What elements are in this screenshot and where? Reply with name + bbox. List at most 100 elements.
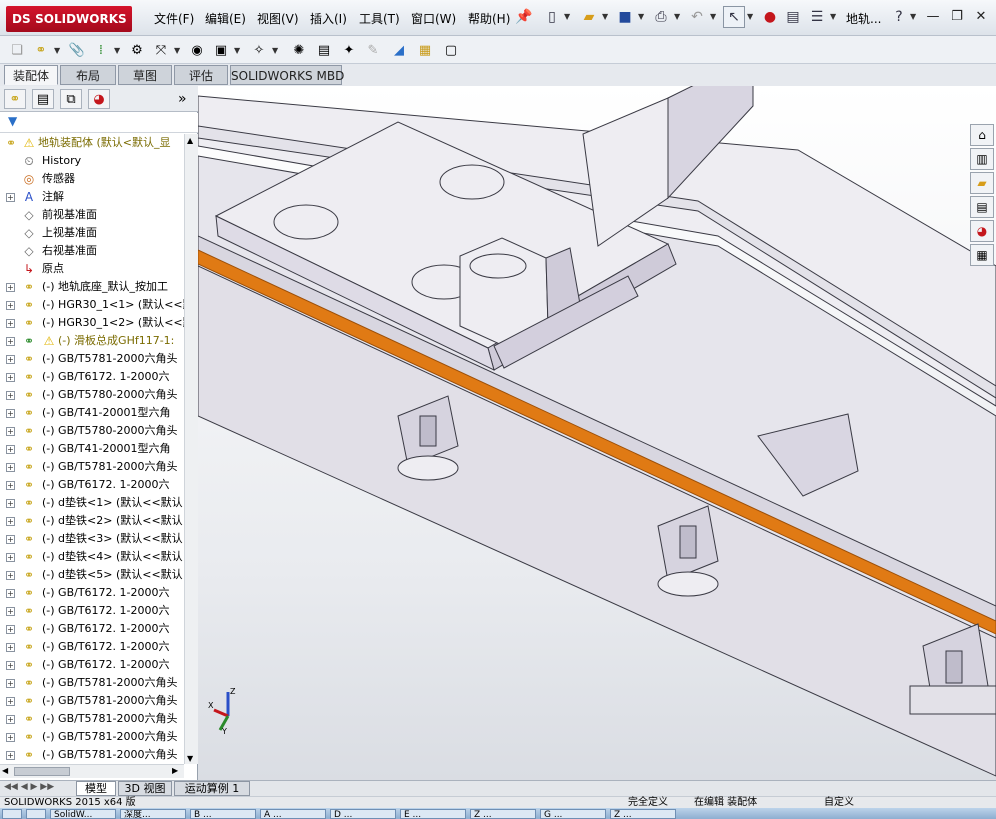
edit-appearance-icon[interactable]: ◕: [660, 86, 680, 90]
new-motion-study-icon[interactable]: ✺: [288, 39, 310, 61]
menu-tools[interactable]: 工具(T): [357, 10, 402, 28]
expand-toggle-icon[interactable]: +: [6, 715, 15, 724]
tree-item[interactable]: + ⚭ (-) GB/T5780-2000六角头: [0, 422, 184, 440]
tree-filter[interactable]: ▼: [0, 113, 198, 133]
tab-solidworks-mbd[interactable]: SOLIDWORKS MBD: [230, 65, 344, 85]
chevron-down-icon[interactable]: ▼: [114, 46, 120, 55]
expand-toggle-icon[interactable]: +: [6, 733, 15, 742]
bill-of-materials-icon[interactable]: ▤: [313, 39, 335, 61]
expand-toggle-icon[interactable]: +: [6, 589, 15, 598]
pin-icon[interactable]: 📌: [513, 6, 535, 28]
restore-button[interactable]: ❐: [948, 8, 966, 26]
instant3d-icon[interactable]: ◢: [388, 39, 410, 61]
chevron-down-icon[interactable]: ▼: [674, 12, 680, 21]
tree-item[interactable]: + ⚭ (-) GB/T5781-2000六角头: [0, 692, 184, 710]
expand-toggle-icon[interactable]: +: [6, 643, 15, 652]
expand-toggle-icon[interactable]: +: [6, 553, 15, 562]
zoom-to-fit-icon[interactable]: ⊕: [438, 86, 458, 90]
chevron-down-icon[interactable]: ▼: [602, 12, 608, 21]
menu-window[interactable]: 窗口(W): [409, 10, 458, 28]
insert-components-icon[interactable]: ❏: [6, 39, 28, 61]
expand-toggle-icon[interactable]: +: [6, 373, 15, 382]
tab-3d-view[interactable]: 3D 视图: [118, 781, 172, 796]
tree-item[interactable]: + ⚭ (-) GB/T6172. 1-2000六: [0, 602, 184, 620]
apply-scene-icon[interactable]: ☂: [684, 86, 704, 90]
expand-toggle-icon[interactable]: +: [6, 535, 15, 544]
tab-motion-study[interactable]: 运动算例 1: [174, 781, 250, 796]
scroll-thumb[interactable]: [14, 767, 70, 776]
expand-toggle-icon[interactable]: +: [6, 625, 15, 634]
chevron-down-icon[interactable]: ▼: [710, 12, 716, 21]
tree-item[interactable]: ◎ 传感器: [0, 170, 184, 188]
tree-item[interactable]: + ⚭ (-) GB/T6172. 1-2000六: [0, 584, 184, 602]
tree-item[interactable]: + ⚭ (-) GB/T5781-2000六角头: [0, 728, 184, 746]
tree-item[interactable]: + ⚭ (-) GB/T6172. 1-2000六: [0, 656, 184, 674]
chevron-down-icon[interactable]: ▼: [910, 12, 916, 21]
tree-item[interactable]: + ⚭ (-) d垫铁<2> (默认<<默认: [0, 512, 184, 530]
chevron-down-icon[interactable]: ▼: [272, 46, 278, 55]
chevron-down-icon[interactable]: ▼: [830, 12, 836, 21]
menu-insert[interactable]: 插入(I): [308, 10, 349, 28]
tree-item[interactable]: + ⚭ (-) GB/T41-20001型六角: [0, 440, 184, 458]
expand-toggle-icon[interactable]: +: [6, 193, 15, 202]
expand-toggle-icon[interactable]: +: [6, 607, 15, 616]
solidworks-logo[interactable]: DS SOLIDWORKS: [6, 6, 132, 32]
scroll-left-icon[interactable]: ◀: [2, 766, 8, 775]
file-properties-icon[interactable]: ▤: [782, 6, 804, 28]
file-explorer-icon[interactable]: ▰: [970, 172, 994, 194]
appearances-icon[interactable]: ◕: [970, 220, 994, 242]
expand-toggle-icon[interactable]: +: [6, 319, 15, 328]
taskbar-item[interactable]: A ...: [260, 809, 326, 819]
explode-line-sketch-icon[interactable]: ✎: [362, 39, 384, 61]
select-pointer-icon[interactable]: ↖: [723, 6, 745, 28]
tree-item[interactable]: + ⚭ (-) d垫铁<5> (默认<<默认: [0, 566, 184, 584]
taskbar-item[interactable]: [26, 809, 46, 819]
configuration-manager-tab-icon[interactable]: ⧉: [60, 89, 82, 109]
tree-item[interactable]: + ⚭ (-) GB/T6172. 1-2000六: [0, 368, 184, 386]
chevron-down-icon[interactable]: ▼: [234, 46, 240, 55]
tree-item[interactable]: ⏲ History: [0, 152, 184, 170]
taskbar-item[interactable]: [2, 809, 22, 819]
tree-item[interactable]: + ⚭ (-) d垫铁<3> (默认<<默认: [0, 530, 184, 548]
tab-scroll-icon[interactable]: ◀◀ ◀ ▶ ▶▶: [4, 782, 54, 792]
design-library-icon[interactable]: ▥: [970, 148, 994, 170]
tree-item[interactable]: + ⚭ (-) d垫铁<4> (默认<<默认: [0, 548, 184, 566]
reference-geometry-icon[interactable]: ✧: [248, 39, 270, 61]
vertical-scrollbar[interactable]: ▲ ▼: [184, 134, 198, 764]
expand-toggle-icon[interactable]: +: [6, 427, 15, 436]
tree-item[interactable]: + ⚭ (-) GB/T41-20001型六角: [0, 404, 184, 422]
tab-model[interactable]: 模型: [76, 781, 116, 796]
display-style-icon[interactable]: ◩: [588, 86, 608, 90]
scroll-up-icon[interactable]: ▲: [187, 136, 193, 145]
view-settings-icon[interactable]: ▦: [720, 86, 740, 90]
chevron-down-icon[interactable]: ▼: [564, 12, 570, 21]
exploded-view-icon[interactable]: ✦: [338, 39, 360, 61]
scroll-right-icon[interactable]: ▶: [172, 766, 178, 775]
property-manager-tab-icon[interactable]: ▤: [32, 89, 54, 109]
expand-panel-icon[interactable]: »: [178, 91, 187, 107]
tree-item[interactable]: + ⚭ (-) GB/T5781-2000六角头: [0, 746, 184, 764]
expand-toggle-icon[interactable]: +: [6, 697, 15, 706]
chevron-down-icon[interactable]: ▼: [638, 12, 644, 21]
print-icon[interactable]: ⎙: [650, 6, 672, 28]
tree-item[interactable]: ◇ 前视基准面: [0, 206, 184, 224]
dynamic-annotation-icon[interactable]: ⚲: [526, 86, 546, 90]
taskbar-item[interactable]: Z ...: [470, 809, 536, 819]
update-speedpak-icon[interactable]: ▦: [414, 39, 436, 61]
open-folder-icon[interactable]: ▰: [578, 6, 600, 28]
tree-item[interactable]: + ⚭ (-) GB/T5781-2000六角头: [0, 350, 184, 368]
move-component-icon[interactable]: ⤧: [150, 39, 172, 61]
tree-item[interactable]: + ⚭ (-) GB/T5781-2000六角头: [0, 674, 184, 692]
expand-toggle-icon[interactable]: +: [6, 463, 15, 472]
tree-item[interactable]: ◇ 上视基准面: [0, 224, 184, 242]
feature-manager-tab-icon[interactable]: ⚭: [4, 89, 26, 109]
menu-help[interactable]: 帮助(H): [466, 10, 512, 28]
options-icon[interactable]: ☰: [806, 6, 828, 28]
tab-sketch[interactable]: 草图: [118, 65, 172, 85]
view-orientation-icon[interactable]: ⬡: [548, 86, 568, 90]
tree-item[interactable]: + ⚭ (-) 地轨底座_默认_按加工: [0, 278, 184, 296]
tree-item[interactable]: + ⚭ (-) GB/T5781-2000六角头: [0, 458, 184, 476]
horizontal-scrollbar[interactable]: ◀ ▶: [0, 764, 184, 778]
expand-toggle-icon[interactable]: +: [6, 391, 15, 400]
tree-item[interactable]: + ⚭ (-) d垫铁<1> (默认<<默认: [0, 494, 184, 512]
